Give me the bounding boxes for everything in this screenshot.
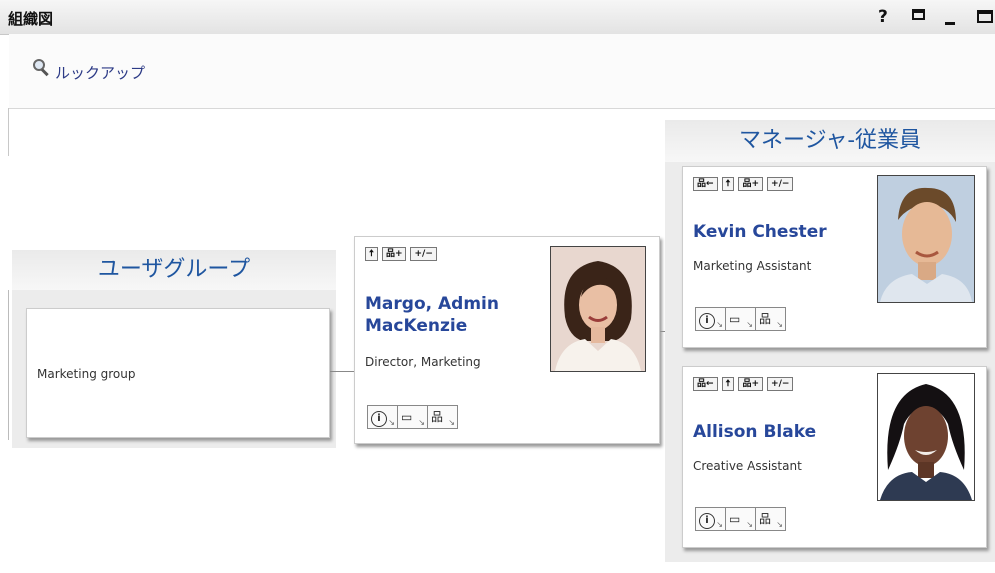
title-bar: 組織図 ? — [0, 0, 995, 35]
email-button[interactable]: ▭ ↘ — [397, 405, 428, 429]
info-button[interactable]: i ↘ — [695, 507, 726, 531]
person-title: Marketing Assistant — [693, 259, 812, 273]
person-name[interactable]: Allison Blake — [693, 421, 816, 443]
lookup-bar — [9, 34, 995, 109]
go-to-manager-button[interactable]: 品← — [693, 177, 718, 191]
person-photo — [550, 246, 646, 372]
search-icon — [32, 58, 50, 76]
minimize-icon[interactable] — [945, 22, 955, 25]
go-to-manager-button[interactable]: 品← — [693, 377, 718, 391]
print-icon[interactable] — [912, 9, 925, 20]
card-toolbar: 品← 🠅 品+ +/− — [693, 377, 794, 391]
maximize-icon[interactable] — [977, 10, 993, 23]
expand-collapse-button[interactable]: +/− — [410, 247, 437, 261]
person-card[interactable]: 品← 🠅 品+ +/− Allison Blake Creative Assis… — [682, 366, 987, 548]
show-reports-button[interactable]: 品+ — [738, 177, 764, 191]
person-title: Director, Marketing — [365, 355, 481, 369]
email-button[interactable]: ▭ ↘ — [725, 307, 756, 331]
group-name: Marketing group — [37, 367, 136, 381]
org-chart-button[interactable]: 品 ↘ — [427, 405, 458, 429]
connector-line — [330, 371, 354, 372]
go-up-button[interactable]: 🠅 — [721, 377, 735, 391]
go-up-button[interactable]: 🠅 — [721, 177, 735, 191]
email-button[interactable]: ▭ ↘ — [725, 507, 756, 531]
lookup-label: ルックアップ — [55, 64, 146, 82]
card-toolbar: 品← 🠅 品+ +/− — [693, 177, 794, 191]
person-card[interactable]: 🠅 品+ +/− Margo, Admin MacKenzie Director… — [354, 236, 660, 444]
user-groups-header: ユーザグループ — [12, 250, 336, 291]
org-chart-button[interactable]: 品 ↘ — [755, 507, 786, 531]
card-actions: i ↘ ▭ ↘ 品 ↘ — [695, 307, 786, 331]
info-button[interactable]: i ↘ — [367, 405, 398, 429]
divider — [8, 108, 9, 156]
card-actions: i ↘ ▭ ↘ 品 ↘ — [367, 405, 458, 429]
group-card[interactable]: Marketing group — [26, 308, 330, 438]
person-name[interactable]: Kevin Chester — [693, 221, 827, 243]
expand-collapse-button[interactable]: +/− — [767, 377, 794, 391]
expand-collapse-button[interactable]: +/− — [767, 177, 794, 191]
lookup-link[interactable]: ルックアップ — [32, 58, 146, 83]
show-reports-button[interactable]: 品+ — [381, 247, 407, 261]
person-name-line2: MacKenzie — [365, 316, 468, 336]
help-icon[interactable]: ? — [878, 7, 888, 27]
show-reports-button[interactable]: 品+ — [738, 377, 764, 391]
card-actions: i ↘ ▭ ↘ 品 ↘ — [695, 507, 786, 531]
person-name[interactable]: Margo, Admin MacKenzie — [365, 293, 499, 337]
info-button[interactable]: i ↘ — [695, 307, 726, 331]
person-title: Creative Assistant — [693, 459, 802, 473]
window-title: 組織図 — [8, 10, 54, 28]
go-up-button[interactable]: 🠅 — [365, 247, 378, 261]
divider — [8, 290, 9, 440]
person-name-line1: Margo, Admin — [365, 294, 499, 314]
person-card[interactable]: 品← 🠅 品+ +/− Kevin Chester Marketing Assi… — [682, 166, 987, 348]
person-photo — [877, 373, 975, 501]
card-toolbar: 🠅 品+ +/− — [365, 247, 437, 261]
manager-employee-header: マネージャ-従業員 — [665, 120, 995, 162]
org-chart-button[interactable]: 品 ↘ — [755, 307, 786, 331]
person-photo — [877, 175, 975, 303]
